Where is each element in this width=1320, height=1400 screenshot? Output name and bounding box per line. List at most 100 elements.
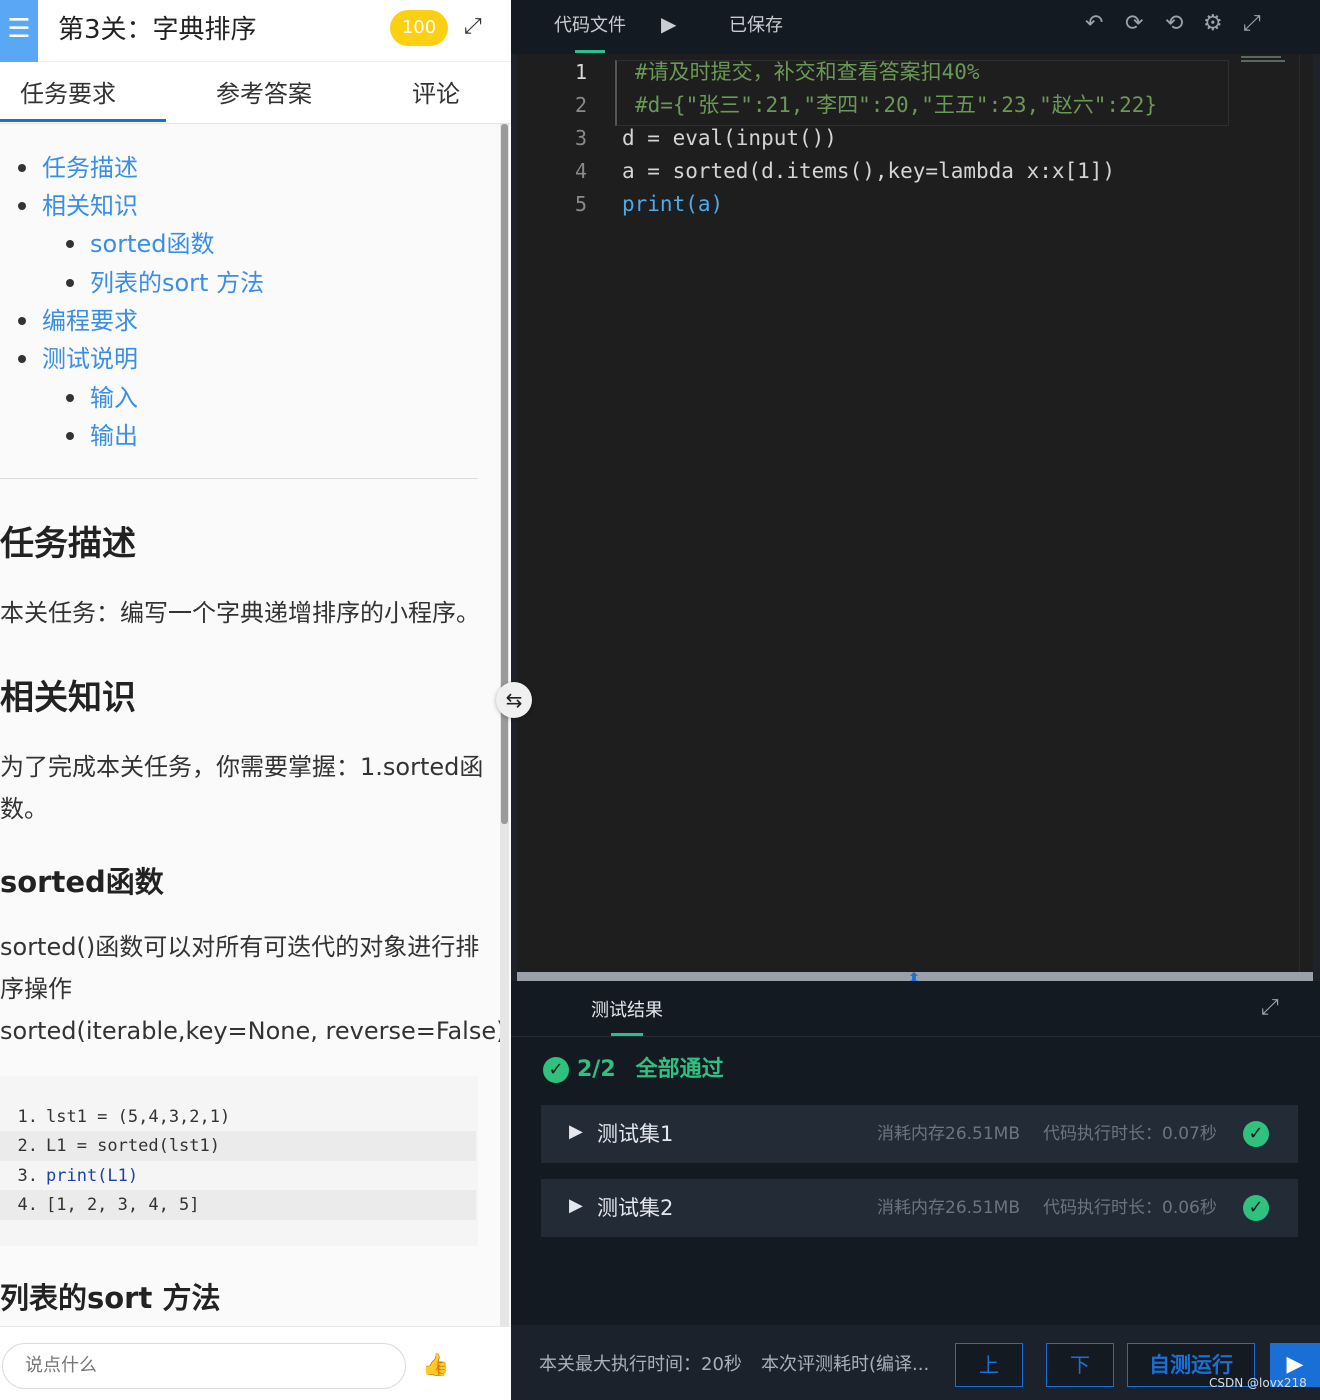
toc-item-output[interactable]: 输出 [90,420,138,452]
heading-sorted: sorted函数 [0,865,164,899]
toc-bullet [18,317,26,325]
sorted-signature: sorted(iterable,key=None, reverse=False) [0,1017,506,1045]
minimap[interactable] [1241,56,1287,66]
max-exec-time: 本关最大执行时间：20秒 [539,1354,742,1375]
history-icon[interactable]: ⟲ [1165,11,1183,36]
line-number: 5 [574,192,587,216]
fullscreen-icon[interactable]: ⤢ [1243,11,1261,36]
prev-level-button[interactable]: 上 [955,1343,1023,1387]
active-tab-indicator [611,1033,643,1036]
check-circle-icon: ✓ [543,1057,569,1083]
swap-panels-icon[interactable]: ⇆ [496,682,532,718]
code-line: 1. lst1 = (5,4,3,2,1) [17,1107,231,1127]
scrollbar[interactable] [500,124,509,1334]
code-line-5[interactable]: print(a) [622,188,723,220]
play-icon[interactable]: ▶ [661,12,676,36]
task-desc-text: 本关任务：编写一个字典递增排序的小程序。 [0,599,480,627]
tab-comments[interactable]: 评论 [412,78,460,110]
line-number: 2 [574,93,587,117]
test-set-memory: 消耗内存26.51MB [877,1198,1020,1218]
test-set-row[interactable]: ▶ 测试集1 消耗内存26.51MB 代码执行时长：0.07秒 ✓ [541,1105,1298,1163]
eval-time: 本次评测耗时(编译... [761,1354,930,1375]
toc-bullet [18,355,26,363]
task-header: ☰ 第3关：字典排序 100 ⤢ [0,0,511,62]
test-set-time: 代码执行时长：0.07秒 [1043,1124,1217,1144]
line-number: 3 [574,126,587,150]
heading-sort-method: 列表的sort 方法 [0,1281,221,1315]
gear-icon[interactable]: ⚙ [1203,11,1223,36]
scrollbar-thumb[interactable] [501,124,508,824]
toc-bullet [66,279,74,287]
check-circle-icon: ✓ [1243,1121,1269,1147]
code-line-1[interactable]: #请及时提交，补交和查看答案扣40% [635,56,980,88]
refresh-icon[interactable]: ⟳ [1125,11,1143,36]
code-panel: 代码文件 ▶ 已保存 ↶ ⟳ ⟲ ⚙ ⤢ 1 2 3 4 5 #请及时提交，补交… [511,0,1320,1400]
task-panel: ☰ 第3关：字典排序 100 ⤢ 任务要求 参考答案 评论 任务描述 相关知识 … [0,0,511,1400]
toc-item-input[interactable]: 输入 [90,382,138,414]
heading-task-desc: 任务描述 [0,524,136,564]
caret-right-icon[interactable]: ▶ [569,1121,583,1142]
test-set-time: 代码执行时长：0.06秒 [1043,1198,1217,1218]
code-line-4[interactable]: a = sorted(d.items(),key=lambda x:x[1]) [622,155,1115,187]
line-number: 4 [574,159,587,183]
score-badge: 100 [390,10,448,46]
toc-item-sorted[interactable]: sorted函数 [90,228,214,260]
toc-bullet [66,432,74,440]
tab-requirements[interactable]: 任务要求 [20,78,116,110]
menu-icon[interactable]: ☰ [0,0,38,62]
watermark: CSDN @lovx218 [1209,1376,1307,1390]
comment-bar: 说点什么 👍 [0,1326,511,1400]
knowledge-text-1: 为了完成本关任务，你需要掌握：1.sorted函 [0,753,484,781]
test-results-panel: 测试结果 ⤢ ✓ 2/2 全部通过 ▶ 测试集1 消耗内存26.51MB 代码执行时… [511,981,1320,1325]
toc-item-test[interactable]: 测试说明 [42,343,138,375]
editor-scrollbar[interactable] [1299,54,1311,972]
toc-bullet [18,202,26,210]
divider [0,478,478,479]
code-line: 3. print(L1) [17,1166,139,1186]
line-number: 1 [574,60,587,84]
code-line: 2. L1 = sorted(lst1) [0,1131,476,1161]
code-line-3[interactable]: d = eval(input()) [622,122,837,154]
code-line-2[interactable]: #d={"张三":21,"李四":20,"王五":23,"赵六":22} [635,89,1157,121]
toc-bullet [66,394,74,402]
heading-knowledge: 相关知识 [0,678,136,718]
code-example: 1. lst1 = (5,4,3,2,1) 2. L1 = sorted(lst1)… [0,1076,478,1246]
results-title[interactable]: 测试结果 [591,999,663,1023]
toc-item-knowledge[interactable]: 相关知识 [42,190,138,222]
knowledge-text-2: 数。 [0,795,48,823]
active-tab-indicator [575,50,605,53]
code-line: 4. [1, 2, 3, 4, 5] [0,1190,476,1220]
toc-item-programming[interactable]: 编程要求 [42,305,138,337]
caret-right-icon[interactable]: ▶ [569,1195,583,1216]
bottom-bar: 本关最大执行时间：20秒 本次评测耗时(编译... 上 下 自测运行 ▶ [511,1325,1320,1400]
code-editor[interactable]: 1 2 3 4 5 #请及时提交，补交和查看答案扣40% #d={"张三":21… [517,54,1313,972]
minimap-line [1241,60,1285,62]
toc-item-task-desc[interactable]: 任务描述 [42,152,138,184]
saved-status: 已保存 [729,15,783,36]
active-tab-indicator [0,119,166,122]
line-gutter: 1 2 3 4 5 [517,54,611,972]
expand-icon[interactable]: ⤢ [464,14,482,39]
toc-bullet [66,240,74,248]
pass-text: 全部通过 [635,1057,724,1082]
toc-item-sort-method[interactable]: 列表的sort 方法 [90,267,264,299]
tab-code-file[interactable]: 代码文件 [554,14,626,38]
thumbs-up-icon[interactable]: 👍 [422,1353,449,1378]
test-set-name: 测试集2 [597,1196,674,1220]
comment-input[interactable]: 说点什么 [2,1343,406,1389]
test-set-name: 测试集1 [597,1122,674,1146]
page-title: 第3关：字典排序 [58,15,257,45]
test-set-row[interactable]: ▶ 测试集2 消耗内存26.51MB 代码执行时长：0.06秒 ✓ [541,1179,1298,1237]
task-tabs: 任务要求 参考答案 评论 [0,62,511,124]
expand-icon[interactable]: ⤢ [1261,995,1279,1020]
sorted-text-1: sorted()函数可以对所有可迭代的对象进行排 [0,933,480,961]
undo-icon[interactable]: ↶ [1085,11,1103,36]
pass-count: 2/2 [577,1057,616,1082]
sorted-text-2: 序操作 [0,975,72,1003]
next-level-button[interactable]: 下 [1046,1343,1114,1387]
test-set-memory: 消耗内存26.51MB [877,1124,1020,1144]
tab-reference-answer[interactable]: 参考答案 [216,78,312,110]
editor-toolbar: 代码文件 ▶ 已保存 ↶ ⟳ ⟲ ⚙ ⤢ [511,0,1320,54]
check-circle-icon: ✓ [1243,1195,1269,1221]
minimap-line [1241,56,1281,58]
